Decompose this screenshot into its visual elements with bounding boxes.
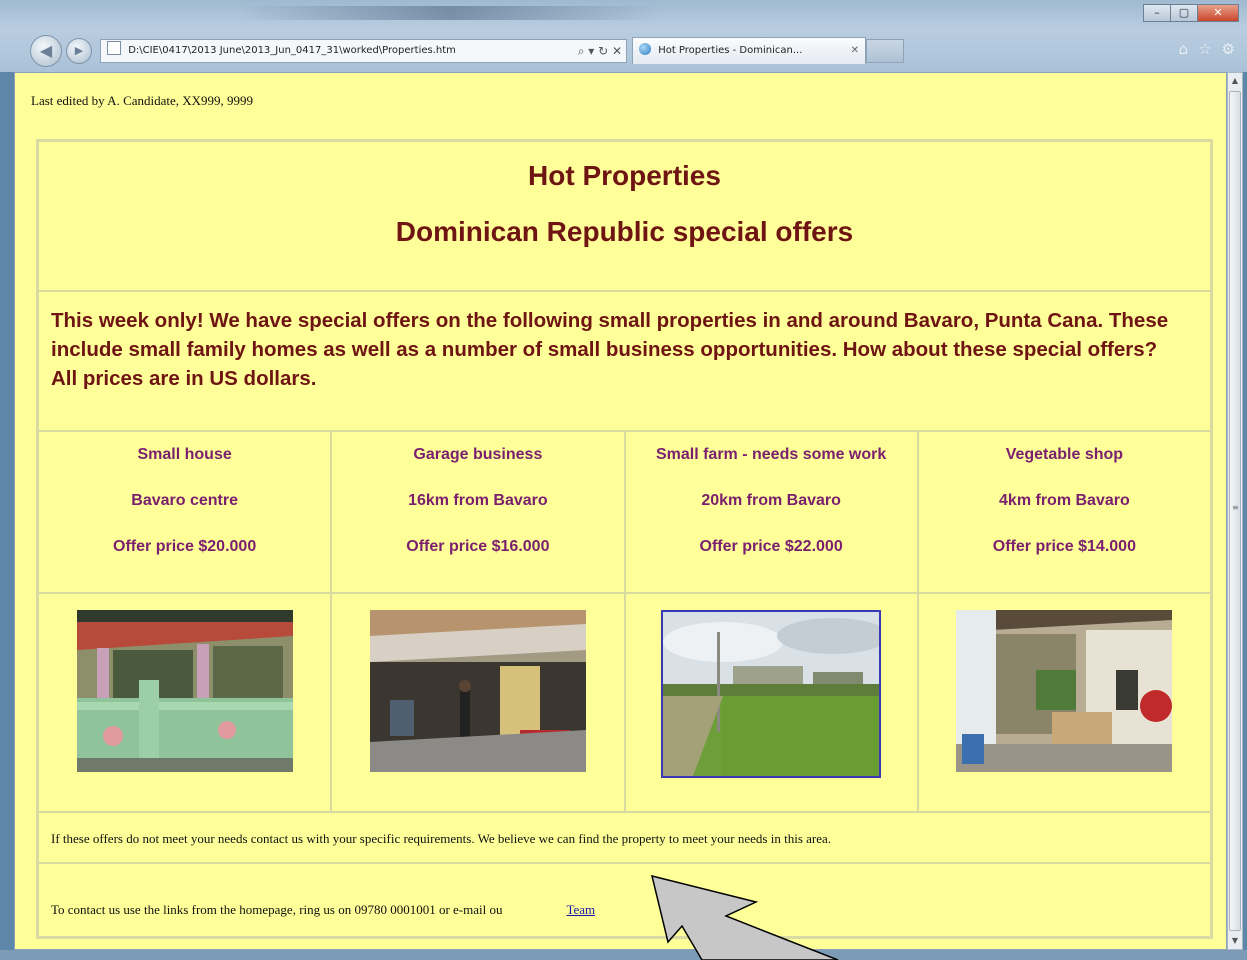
offer-cell-small-house: Small house Bavaro centre Offer price $2… xyxy=(38,431,332,593)
tab-hot-properties[interactable]: Hot Properties - Dominican... ✕ xyxy=(632,37,866,64)
offer-title: Vegetable shop xyxy=(1005,446,1124,463)
properties-table: Hot Properties Dominican Republic specia… xyxy=(36,139,1213,939)
offer-title: Small house xyxy=(137,446,232,463)
offer-cell-vegetable-shop: Vegetable shop 4km from Bavaro Offer pri… xyxy=(917,431,1211,593)
scroll-grip-icon: ≡ xyxy=(1232,503,1239,512)
garage-business-photo xyxy=(369,610,586,772)
photo-cell xyxy=(624,593,918,812)
edited-by-line: Last edited by A. Candidate, XX999, 9999 xyxy=(31,93,254,108)
offer-cell-garage-business: Garage business 16km from Bavaro Offer p… xyxy=(331,431,625,593)
offer-location: 20km from Bavaro xyxy=(701,492,841,509)
address-tools[interactable]: ⌕ ▾ ↻ ✕ xyxy=(578,40,622,62)
arrow-left-icon: ◀ xyxy=(39,41,53,60)
favorites-star-icon[interactable]: ☆ xyxy=(1198,40,1211,58)
browser-tools: ⌂ ☆ ⚙ xyxy=(1179,40,1235,58)
page-subtitle: Dominican Republic special offers xyxy=(395,216,854,247)
ie-page-icon xyxy=(639,43,651,55)
offer-location: 4km from Bavaro xyxy=(999,492,1130,509)
offer-location: 16km from Bavaro xyxy=(408,492,548,509)
gear-icon[interactable]: ⚙ xyxy=(1222,40,1235,58)
contact-cell: To contact us use the links from the hom… xyxy=(38,863,1211,937)
photo-cell xyxy=(917,593,1211,812)
vegetable-shop-photo xyxy=(956,610,1173,772)
page-icon xyxy=(107,41,121,55)
small-farm-photo xyxy=(661,610,882,778)
window-controls: – ▢ ✕ xyxy=(1143,4,1239,22)
browser-toolbar: – ▢ ✕ ◀ ▶ D:\CIE\0417\2013 June\2013_Jun… xyxy=(0,0,1247,72)
home-icon[interactable]: ⌂ xyxy=(1179,40,1189,58)
footer-note-cell: If these offers do not meet your needs c… xyxy=(38,812,1211,863)
vertical-scrollbar[interactable]: ▲ ≡ ▼ xyxy=(1227,72,1243,950)
offer-location: Bavaro centre xyxy=(131,492,238,509)
address-bar[interactable]: D:\CIE\0417\2013 June\2013_Jun_0417_31\w… xyxy=(100,39,627,63)
intro-text: This week only! We have special offers o… xyxy=(51,309,1169,390)
arrow-right-icon: ▶ xyxy=(74,44,84,57)
offer-cell-small-farm: Small farm - needs some work 20km from B… xyxy=(624,431,918,593)
new-tab-button[interactable] xyxy=(866,39,904,63)
address-text: D:\CIE\0417\2013 June\2013_Jun_0417_31\w… xyxy=(128,45,456,56)
maximize-button[interactable]: ▢ xyxy=(1170,4,1198,22)
contact-text: To contact us use the links from the hom… xyxy=(51,902,503,917)
scroll-up-icon[interactable]: ▲ xyxy=(1228,73,1242,89)
offer-price: Offer price $14.000 xyxy=(992,538,1136,555)
back-button[interactable]: ◀ xyxy=(30,35,62,67)
offer-title: Small farm - needs some work xyxy=(655,446,887,463)
scroll-down-icon[interactable]: ▼ xyxy=(1228,933,1242,949)
window-bottom-edge xyxy=(0,950,1247,960)
window-title-bar xyxy=(240,6,660,20)
heading-cell: Hot Properties Dominican Republic specia… xyxy=(38,141,1211,291)
offer-title: Garage business xyxy=(413,446,543,463)
forward-button[interactable]: ▶ xyxy=(66,38,92,64)
footer-note: If these offers do not meet your needs c… xyxy=(51,831,832,846)
intro-cell: This week only! We have special offers o… xyxy=(38,291,1211,431)
tab-close-icon[interactable]: ✕ xyxy=(851,38,859,64)
photo-cell xyxy=(38,593,332,812)
offer-price: Offer price $20.000 xyxy=(113,538,257,555)
contact-line: To contact us use the links from the hom… xyxy=(51,902,1210,918)
offer-price: Offer price $22.000 xyxy=(699,538,843,555)
offer-price: Offer price $16.000 xyxy=(406,538,550,555)
close-window-button[interactable]: ✕ xyxy=(1197,4,1239,22)
page-viewport: Last edited by A. Candidate, XX999, 9999… xyxy=(14,72,1227,950)
page-title: Hot Properties xyxy=(528,160,721,191)
tab-title: Hot Properties - Dominican... xyxy=(658,45,803,56)
minimize-button[interactable]: – xyxy=(1143,4,1171,22)
small-house-photo xyxy=(76,610,293,772)
photo-cell xyxy=(331,593,625,812)
contact-team-link[interactable]: Team xyxy=(566,902,595,917)
